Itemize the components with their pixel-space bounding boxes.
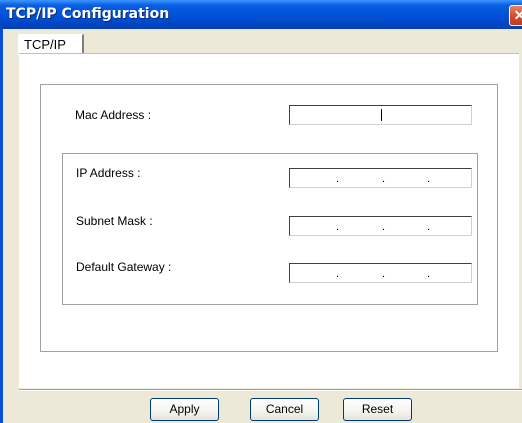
ip-dot: . — [336, 221, 340, 233]
ip-dot: . — [382, 221, 386, 233]
cancel-button[interactable]: Cancel — [250, 398, 319, 421]
ip-address-label: IP Address : — [76, 166, 141, 180]
window-border — [0, 29, 3, 423]
mac-address-field[interactable] — [289, 105, 472, 125]
button-separator — [19, 389, 522, 391]
ip-dot: . — [427, 268, 431, 280]
ip-dot: . — [427, 221, 431, 233]
close-icon: ✕ — [513, 7, 522, 23]
close-button[interactable]: ✕ — [509, 5, 522, 26]
ip-dot: . — [336, 268, 340, 280]
ip-dot: . — [427, 173, 431, 185]
tab-panel-tcpip: Mac Address : IP Address : . . . Subnet … — [19, 53, 519, 388]
title-bar[interactable]: TCP/IP Configuration ✕ — [0, 0, 522, 29]
default-gateway-field[interactable]: . . . — [289, 263, 472, 283]
text-caret — [381, 109, 382, 121]
apply-button[interactable]: Apply — [150, 398, 219, 421]
network-settings-group: Mac Address : IP Address : . . . Subnet … — [40, 84, 498, 352]
mac-address-label: Mac Address : — [75, 108, 152, 122]
tab-tcpip[interactable]: TCP/IP — [18, 34, 84, 55]
subnet-mask-label: Subnet Mask : — [76, 214, 153, 228]
ip-settings-group: IP Address : . . . Subnet Mask : . . . D… — [62, 153, 478, 305]
window-title: TCP/IP Configuration — [6, 6, 170, 22]
ip-address-field[interactable]: . . . — [289, 168, 472, 188]
tcpip-configuration-dialog: TCP/IP Configuration ✕ TCP/IP Mac Addres… — [0, 0, 522, 423]
ip-dot: . — [336, 173, 340, 185]
ip-dot: . — [382, 173, 386, 185]
reset-button[interactable]: Reset — [343, 398, 412, 421]
default-gateway-label: Default Gateway : — [76, 260, 172, 274]
subnet-mask-field[interactable]: . . . — [289, 216, 472, 236]
ip-dot: . — [382, 268, 386, 280]
